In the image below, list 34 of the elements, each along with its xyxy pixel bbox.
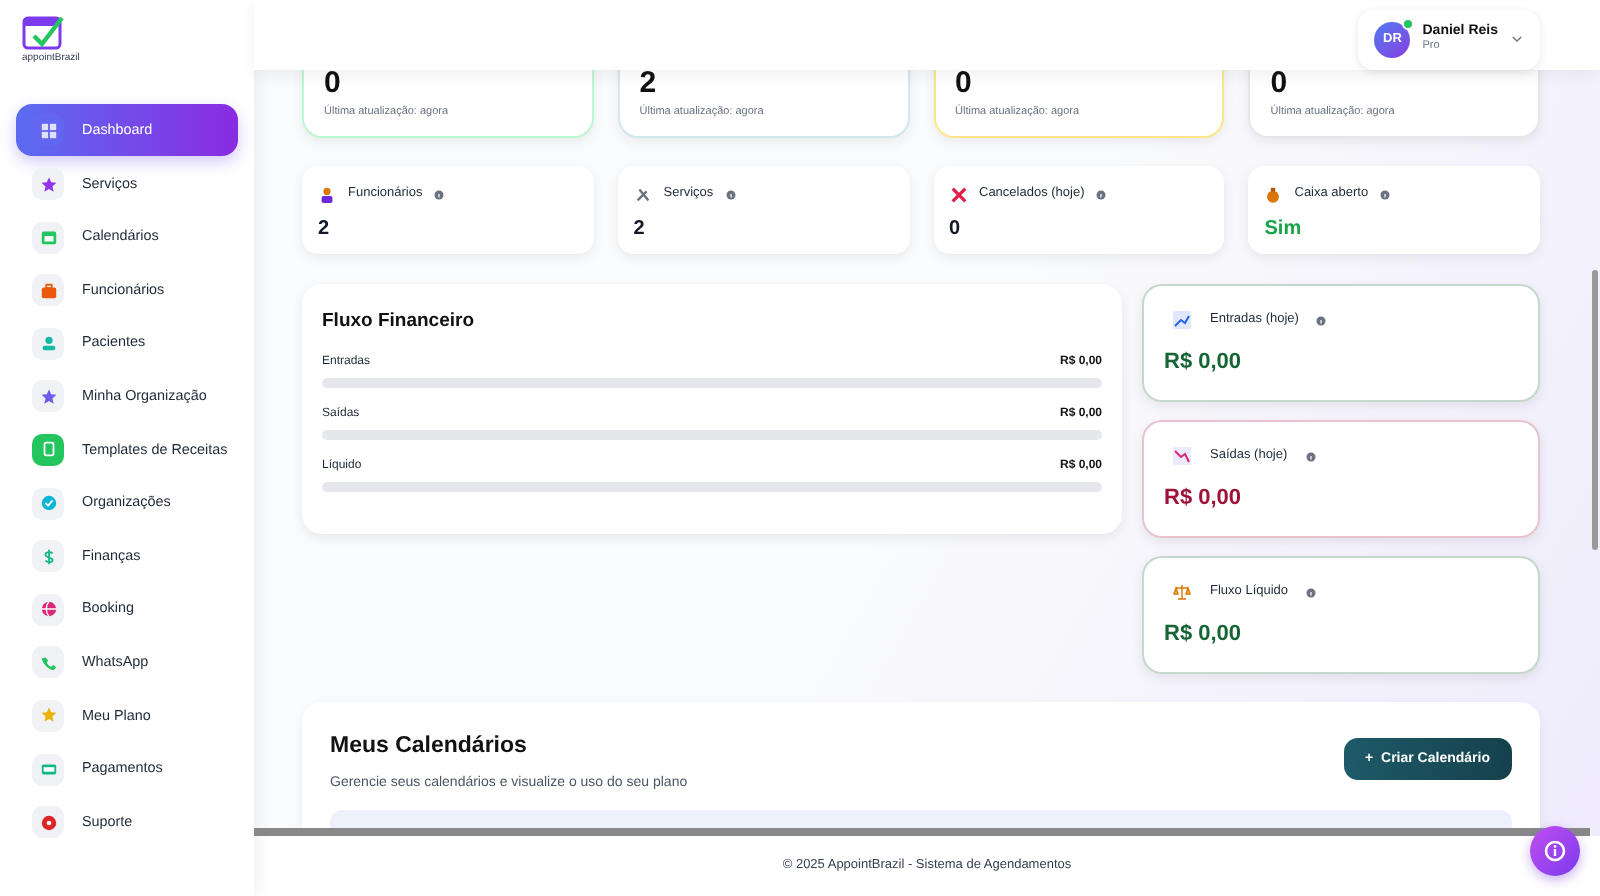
info-icon: [1096, 189, 1107, 200]
section-title: Meus Calendários: [330, 732, 529, 763]
chart-down-icon: [1172, 446, 1192, 467]
document-icon: [39, 440, 57, 459]
metric-value: 2: [633, 216, 647, 244]
tools-icon: [633, 185, 652, 204]
info-icon: [434, 189, 445, 200]
chevron-down-icon: [1510, 32, 1524, 46]
stat-value: 2: [639, 70, 659, 98]
scrollbar[interactable]: [1592, 270, 1598, 550]
metric-value: 2: [318, 216, 332, 244]
stat-value: 0: [1270, 70, 1290, 98]
person-icon: [318, 185, 336, 204]
info-icon: [725, 189, 736, 200]
logo-icon: [22, 12, 66, 52]
money-bag-icon: [1264, 185, 1283, 204]
scrollbar[interactable]: [254, 828, 1590, 836]
stat-value: 0: [324, 70, 343, 98]
stat-value: 0: [955, 70, 974, 98]
info-icon: [1544, 840, 1566, 862]
info-icon: [1306, 587, 1317, 598]
scales-icon: [1172, 582, 1192, 603]
grid-icon: [39, 121, 57, 139]
close-icon: [949, 185, 967, 204]
summary-value: R$ 0,00: [1164, 484, 1244, 515]
metric-value: Sim: [1264, 216, 1304, 244]
chart-up-icon: [1172, 310, 1192, 331]
summary-value: R$ 0,00: [1164, 620, 1244, 651]
info-icon: [1305, 451, 1316, 462]
metric-value: 0: [949, 216, 963, 244]
info-icon: [1380, 189, 1391, 200]
summary-value: R$ 0,00: [1164, 348, 1244, 379]
info-icon: [1316, 315, 1327, 326]
card-title: Fluxo Financeiro: [322, 308, 477, 337]
